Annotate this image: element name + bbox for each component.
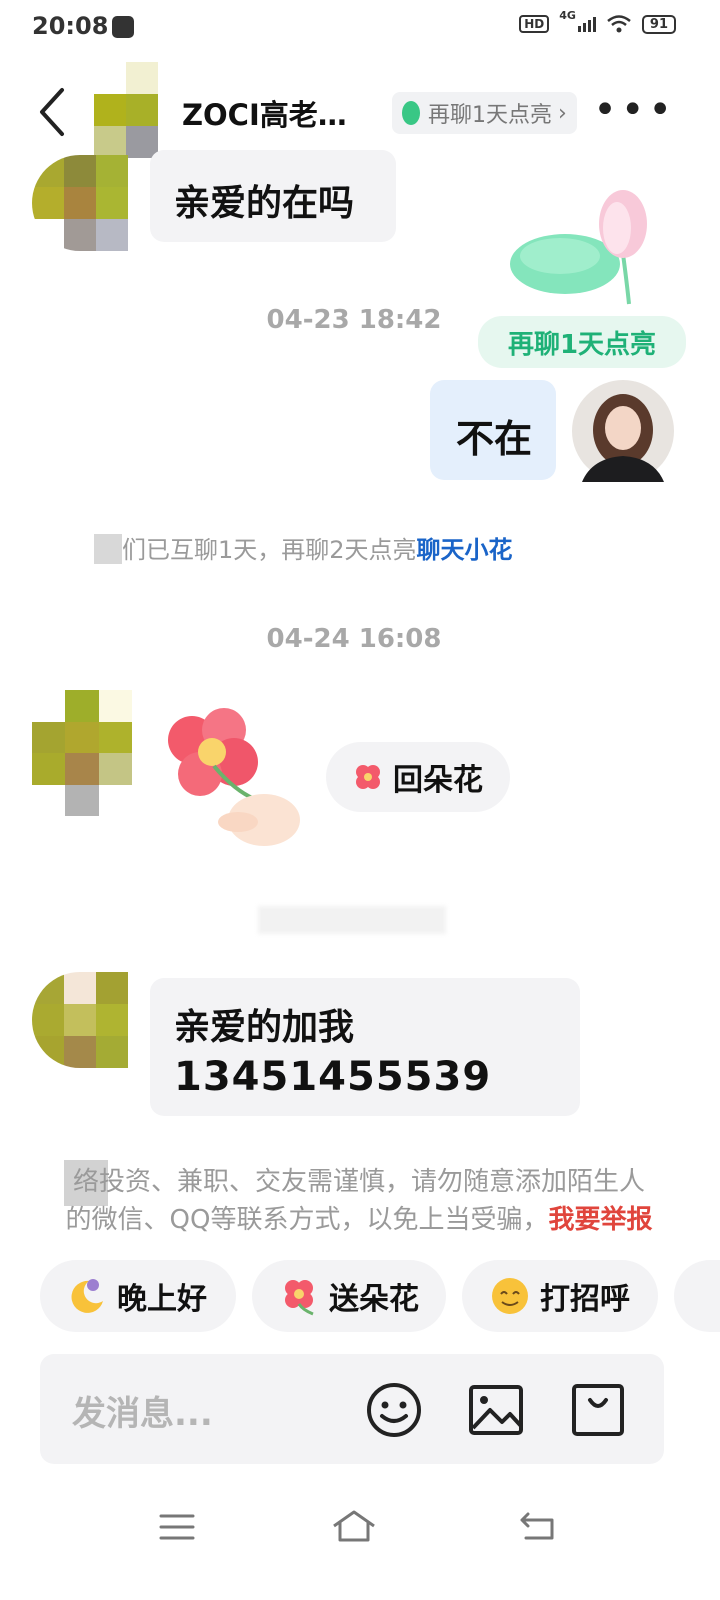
quick-reply-greet[interactable]: 打招呼 [462,1260,658,1332]
safety-warning: 络投资、兼职、交友需谨慎，请勿随意添加陌生人的微信、QQ等联系方式，以免上当受骗… [65,1167,653,1235]
message-text: 亲爱的在吗 [174,183,355,224]
more-options-icon[interactable]: ••• [593,90,676,130]
status-icons: HD 4G 91 [519,9,676,34]
flower-icon [285,1280,314,1316]
quick-reply-send-flower[interactable]: 送朵花 [252,1260,446,1332]
chat-title[interactable]: ZOCI高老… [182,92,347,134]
leaf-icon [402,101,420,125]
quick-reply-more[interactable] [674,1260,720,1332]
flower-icon [356,765,380,789]
self-avatar[interactable] [572,380,674,482]
hd-badge: HD [519,15,550,33]
message-text-line2: 13451455539 [174,1054,492,1100]
streak-notice: 们已互聊1天，再聊2天点亮聊天小花 [122,530,513,565]
image-icon[interactable] [468,1384,524,1436]
menu-icon[interactable] [158,1512,196,1542]
battery-indicator: 91 [641,14,676,34]
message-text-line1: 亲爱的加我 [174,1007,355,1048]
message-input[interactable]: 发消息... [72,1386,213,1435]
chat-flower-link[interactable]: 聊天小花 [417,536,513,564]
reply-flower-button[interactable]: 回朵花 [326,742,510,812]
home-icon[interactable] [330,1508,378,1544]
sleeping-moon-icon [71,1279,103,1313]
chevron-right-icon: › [558,100,567,126]
lotus-sticker [510,190,647,305]
quick-reply-label: 打招呼 [540,1282,630,1317]
message-bubble[interactable]: 亲爱的加我 13451455539 [150,978,580,1116]
message-bubble[interactable]: 亲爱的在吗 [150,150,396,242]
blurred-content [258,906,446,934]
sender-avatar[interactable] [32,972,128,1068]
lotus-streak-badge[interactable]: 再聊1天点亮 [478,316,686,368]
wave-emoji-icon [492,1278,528,1314]
message-bubble-self[interactable]: 不在 [430,380,556,480]
redacted-block [94,534,122,564]
reply-flower-label: 回朵花 [393,763,483,798]
timestamp: 04-24 16:08 [266,624,442,654]
back-icon[interactable] [34,86,74,138]
sender-avatar[interactable] [32,155,128,251]
message-text: 不在 [456,417,533,461]
quick-reply-label: 晚上好 [117,1282,207,1317]
flower-hand-sticker [168,708,300,846]
back-nav-icon[interactable] [518,1510,558,1542]
signal-icon: 4G [559,9,596,32]
gift-bag-icon[interactable] [570,1382,626,1438]
sender-avatar[interactable] [32,690,132,816]
notification-icon [112,16,134,38]
quick-reply-label: 送朵花 [329,1282,419,1317]
emoji-icon[interactable] [366,1382,422,1438]
contact-avatar-header[interactable] [94,62,158,158]
streak-pill[interactable]: 再聊1天点亮 › [392,92,577,134]
streak-label: 再聊1天点亮 [428,103,552,128]
wifi-icon [607,15,631,33]
report-link[interactable]: 我要举报 [548,1205,652,1235]
quick-reply-good-evening[interactable]: 晚上好 [40,1260,236,1332]
status-time: 20:08 [32,12,109,40]
streak-notice-text: 们已互聊1天，再聊2天点亮 [122,536,417,564]
